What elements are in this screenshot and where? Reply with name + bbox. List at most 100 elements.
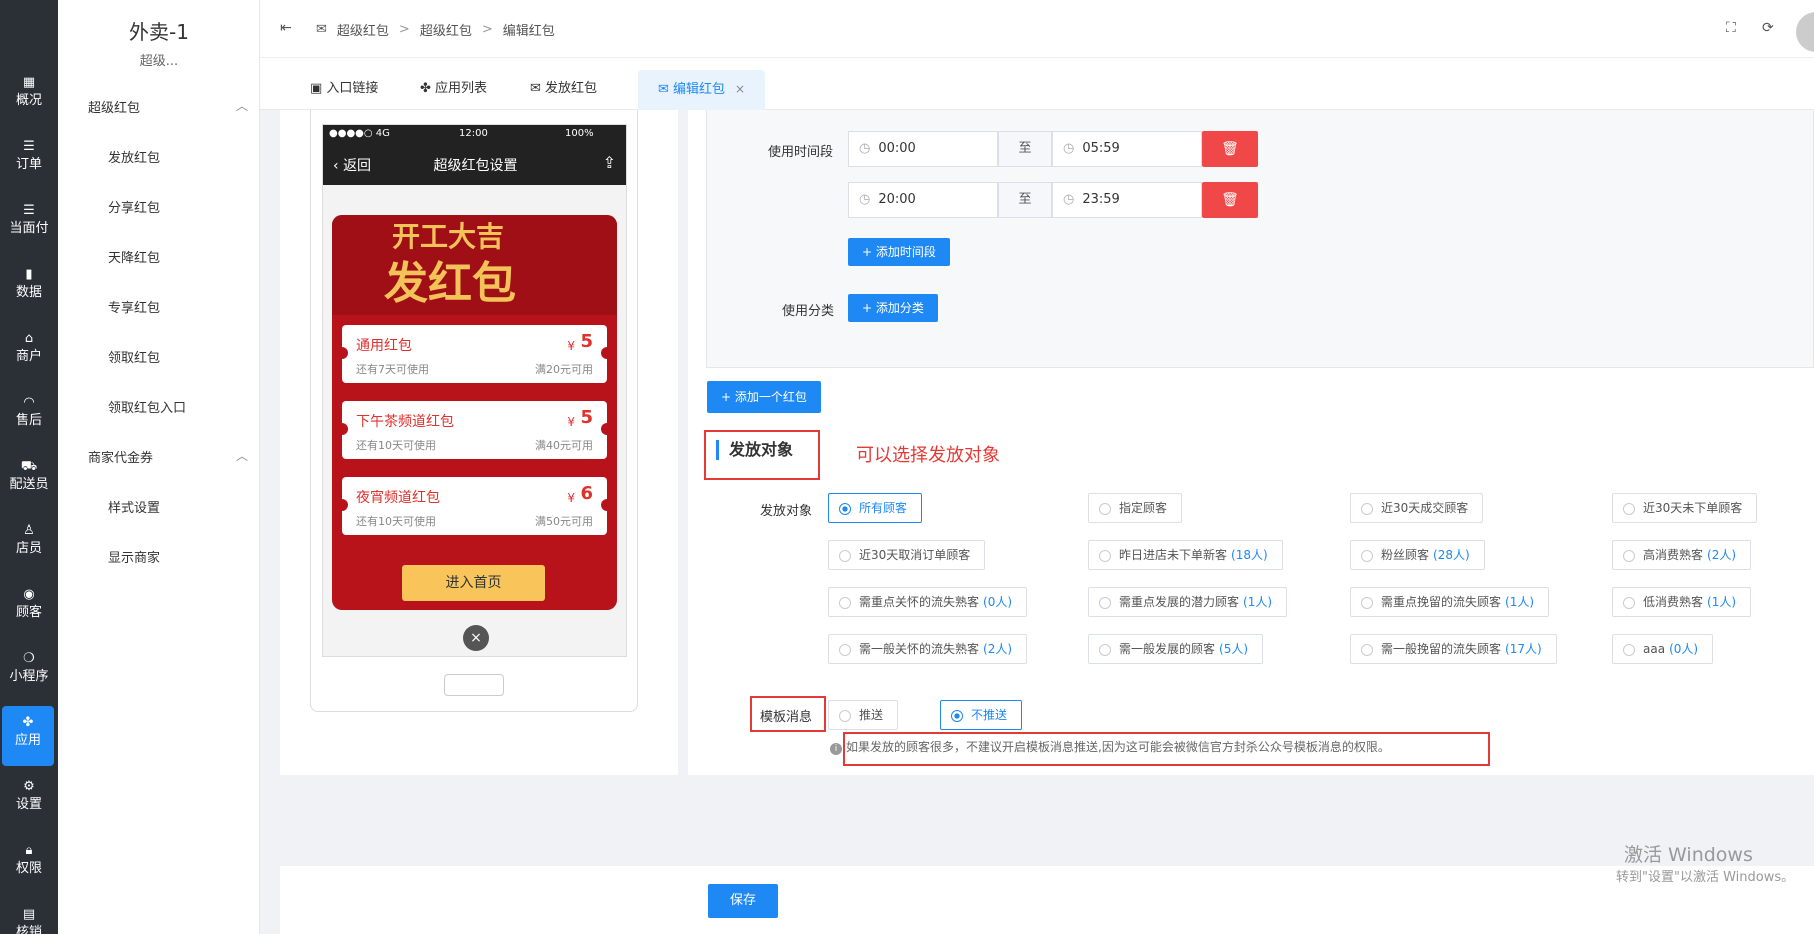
target-option[interactable]: 所有顾客 — [828, 493, 923, 523]
bottom-bar — [280, 866, 1814, 934]
end-time-input[interactable]: ◷ 05:59 — [1052, 131, 1202, 167]
target-option[interactable]: 需一般关怀的流失熟客 (2人) — [828, 634, 1028, 664]
target-option[interactable]: 高消费熟客 (2人) — [1612, 540, 1752, 570]
subnav-group-merchant-voucher[interactable]: 商家代金券 ︿ — [88, 447, 248, 466]
save-button[interactable]: 保存 — [708, 884, 778, 918]
target-count: (1人) — [1243, 595, 1273, 609]
info-icon: i — [830, 743, 842, 755]
target-option[interactable]: 昨日进店未下单新客 (18人) — [1088, 540, 1283, 570]
nav-item[interactable]: 🔒︎ 权限 — [0, 834, 58, 894]
group-label: 超级红包 — [88, 101, 141, 116]
trash-icon: 🗑︎ — [1221, 141, 1239, 157]
radio-label: aaa — [1643, 642, 1666, 656]
nav-item[interactable]: ▤ 核销 — [0, 898, 58, 934]
tab-entry-link[interactable]: ▣ 入口链接 — [290, 70, 398, 110]
nav-item[interactable]: ✤ 应用 — [2, 706, 54, 766]
nav-item[interactable]: ☰ 订单 — [0, 130, 58, 190]
nav-item[interactable]: ☰ 当面付 — [0, 194, 58, 254]
target-count: (18人) — [1231, 548, 1268, 562]
delete-time-button[interactable]: 🗑︎ — [1202, 131, 1258, 167]
target-option[interactable]: 需重点关怀的流失熟客 (0人) — [828, 587, 1028, 617]
annotation-text: 可以选择发放对象 — [856, 445, 1000, 466]
yen: ¥ — [567, 491, 575, 505]
coupon-validity: 还有7天可使用 — [356, 363, 429, 376]
radio-label: 需重点挽留的流失顾客 — [1381, 595, 1502, 609]
target-option[interactable]: 近30天取消订单顾客 — [828, 540, 986, 570]
nav-label: 数据 — [15, 285, 42, 300]
delete-time-button[interactable]: 🗑︎ — [1202, 182, 1258, 218]
subnav-item[interactable]: 显示商家 — [108, 547, 160, 566]
template-hint: i 如果发放的顾客很多，不建议开启模板消息推送,因为这可能会被微信官方封杀公众号模… — [830, 738, 1390, 755]
target-option[interactable]: 近30天成交顾客 — [1350, 493, 1484, 523]
tab-app-list[interactable]: ✤ 应用列表 — [400, 70, 507, 110]
target-option[interactable]: 近30天未下单顾客 — [1612, 493, 1758, 523]
shop-subtitle: 超级... — [139, 54, 179, 69]
target-option[interactable]: aaa (0人) — [1612, 634, 1714, 664]
close-icon[interactable]: × — [735, 82, 745, 96]
start-time-input[interactable]: ◷ 00:00 — [848, 131, 998, 167]
tabs-bar: ▣ 入口链接 ✤ 应用列表 ✉ 发放红包 ✉ 编辑红包 × — [260, 58, 1814, 110]
nav-item[interactable]: ◉ 顾客 — [0, 578, 58, 638]
subnav-item[interactable]: 分享红包 — [108, 197, 160, 216]
annotation-box — [704, 430, 820, 480]
enter-home-button[interactable]: 进入首页 — [402, 565, 545, 601]
clock-icon: ◷ — [1063, 141, 1075, 156]
nav-item[interactable]: ⌂ 商户 — [0, 322, 58, 382]
add-time-range-button[interactable]: + 添加时间段 — [848, 238, 950, 266]
subnav-item[interactable]: 发放红包 — [108, 147, 160, 166]
target-label: 发放对象 — [760, 504, 813, 519]
carrier: ●●●●○ 4G — [329, 128, 390, 139]
radio-no-push[interactable]: 不推送 — [940, 700, 1023, 730]
avatar[interactable] — [1796, 12, 1814, 52]
nav-label: 应用 — [14, 733, 41, 748]
target-count: (28人) — [1433, 548, 1470, 562]
tab-edit-redpacket[interactable]: ✉ 编辑红包 × — [638, 70, 766, 110]
close-icon[interactable]: × — [463, 625, 489, 651]
apps-icon: ✤ — [22, 715, 34, 730]
start-time-input[interactable]: ◷ 20:00 — [848, 182, 998, 218]
share-icon[interactable]: ⇪ — [603, 153, 616, 172]
radio-label: 近30天取消订单顾客 — [859, 548, 971, 562]
nav-item[interactable]: ▦ 概况 — [0, 66, 58, 126]
radio-label: 近30天成交顾客 — [1381, 501, 1469, 515]
nav-item[interactable]: ⚙ 设置 — [0, 770, 58, 830]
nav-item[interactable]: ⛟ 配送员 — [0, 450, 58, 510]
add-category-button[interactable]: + 添加分类 — [848, 294, 938, 322]
battery: 100% — [565, 128, 594, 139]
redpacket-card: 开工大吉 发红包 通用红包 ¥ 5 还有7天可使用 满20元可用 下午茶频道红包… — [332, 215, 617, 610]
subnav-item[interactable]: 样式设置 — [108, 497, 160, 516]
subnav-group-super-redpacket[interactable]: 超级红包 ︿ — [88, 97, 248, 116]
breadcrumb-separator: > — [481, 22, 493, 37]
subnav-item[interactable]: 领取红包 — [108, 347, 160, 366]
fullscreen-icon[interactable]: ⛶ — [1726, 20, 1736, 36]
target-option[interactable]: 需一般挽留的流失顾客 (17人) — [1350, 634, 1557, 664]
radio-label: 需一般挽留的流失顾客 — [1381, 642, 1502, 656]
target-count: (0人) — [1669, 642, 1699, 656]
coupon-amount: 5 — [580, 331, 593, 352]
target-option[interactable]: 需重点挽留的流失顾客 (1人) — [1350, 587, 1550, 617]
refresh-icon[interactable]: ⟳ — [1762, 20, 1774, 36]
breadcrumb-item[interactable]: 超级红包 — [337, 20, 389, 39]
nav-item[interactable]: ♙ 店员 — [0, 514, 58, 574]
nav-item[interactable]: ❍ 小程序 — [0, 642, 58, 702]
add-redpacket-button[interactable]: + 添加一个红包 — [707, 381, 821, 413]
time-value: 05:59 — [1082, 141, 1120, 156]
lock-icon: 🔒︎ — [25, 843, 33, 858]
nav-item[interactable]: ◠ 售后 — [0, 386, 58, 446]
headset-icon: ◠ — [23, 395, 35, 410]
subnav-item[interactable]: 天降红包 — [108, 247, 160, 266]
nav-item[interactable]: ▮ 数据 — [0, 258, 58, 318]
radio-push[interactable]: 推送 — [828, 700, 899, 730]
target-option[interactable]: 需一般发展的顾客 (5人) — [1088, 634, 1264, 664]
target-option[interactable]: 粉丝顾客 (28人) — [1350, 540, 1485, 570]
target-option[interactable]: 需重点发展的潜力顾客 (1人) — [1088, 587, 1288, 617]
tab-send-redpacket[interactable]: ✉ 发放红包 — [510, 70, 617, 110]
target-option[interactable]: 指定顾客 — [1088, 493, 1183, 523]
subnav-item[interactable]: 专享红包 — [108, 297, 160, 316]
sub-nav: 外卖-1 超级... 超级红包 ︿ 发放红包 分享红包 天降红包 专享红包 领取红… — [58, 0, 260, 934]
breadcrumb-item[interactable]: 超级红包 — [420, 20, 472, 39]
collapse-menu-icon[interactable]: ⇤ — [280, 20, 292, 36]
target-option[interactable]: 低消费熟客 (1人) — [1612, 587, 1752, 617]
subnav-item[interactable]: 领取红包入口 — [108, 397, 186, 416]
end-time-input[interactable]: ◷ 23:59 — [1052, 182, 1202, 218]
